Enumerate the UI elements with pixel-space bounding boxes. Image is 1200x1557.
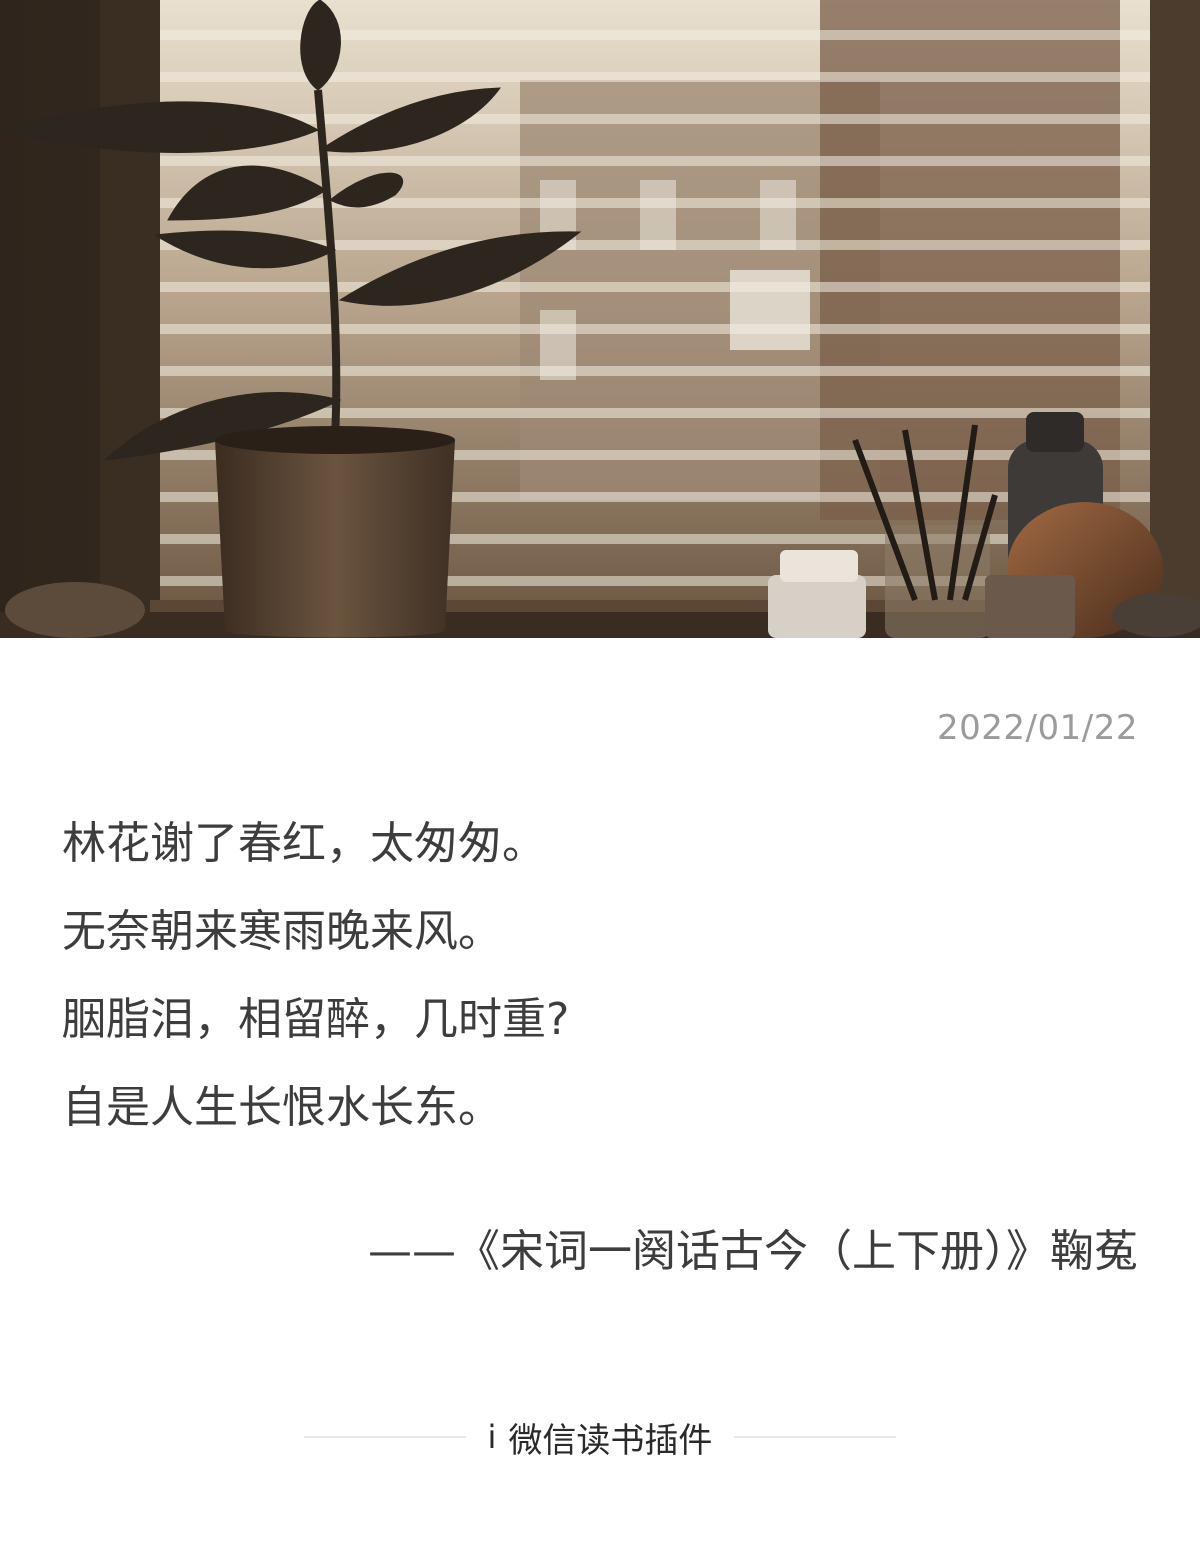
footer-divider-left [303,1436,466,1438]
poem-source: ——《宋词一阕话古今（上下册）》鞠菟 [368,1226,1138,1277]
poem-line: 自是人生长恨水长东。 [62,1082,502,1133]
footer-brand: i 微信读书插件 [488,1413,713,1462]
info-icon: i [487,1418,497,1456]
poem-line: 胭脂泪，相留醉，几时重? [62,994,570,1045]
poem-line: 林花谢了春红，太匆匆。 [62,818,546,869]
post-date: 2022/01/22 [937,708,1138,748]
footer-divider-right [734,1436,897,1438]
poem-line: 无奈朝来寒雨晚来风。 [62,906,502,957]
footer-brand-label: 微信读书插件 [508,1420,713,1461]
poem-block: 林花谢了春红，太匆匆。 无奈朝来寒雨晚来风。 胭脂泪，相留醉，几时重? 自是人生… [62,800,1138,1152]
hero-image [0,0,1200,638]
footer-brand-bar: i 微信读书插件 [0,1412,1200,1462]
